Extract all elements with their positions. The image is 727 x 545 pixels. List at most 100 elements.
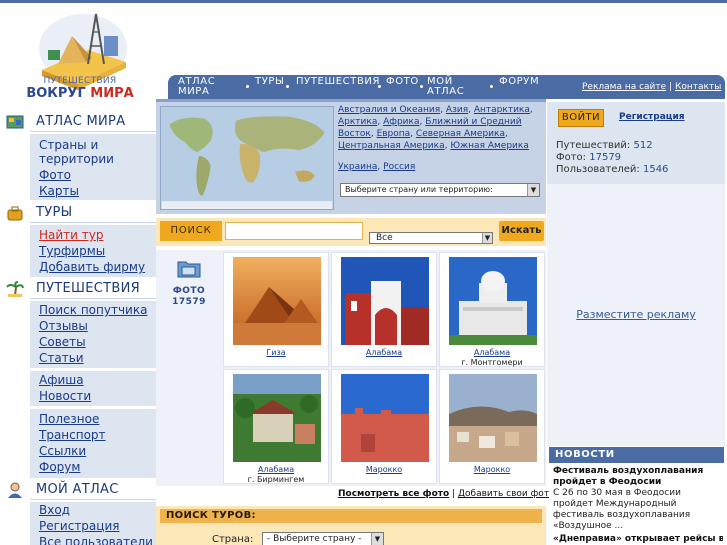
world-map[interactable] xyxy=(160,106,334,210)
sidebar-item-companion[interactable]: Поиск попутчика xyxy=(39,303,147,317)
photo-card[interactable]: Гиза xyxy=(223,252,329,367)
news-item-title[interactable]: Фестиваль воздухоплавания пройдет в Феод… xyxy=(553,466,723,488)
news-list: Фестиваль воздухоплавания пройдет в Феод… xyxy=(549,463,724,545)
photo-thumbnail[interactable] xyxy=(341,374,429,462)
nav-item-travel[interactable]: ПУТЕШЕСТВИЯ xyxy=(296,77,379,87)
sidebar-item-maps[interactable]: Карты xyxy=(39,184,79,198)
photo-card[interactable]: Алабама г. Бирмингем xyxy=(223,369,329,484)
view-all-photos-link[interactable]: Посмотреть все фото xyxy=(338,489,449,499)
country-select[interactable]: Выберите страну или территорию: ▼ xyxy=(340,183,540,197)
region-link-russia[interactable]: Россия xyxy=(383,162,415,172)
sidebar-section-my-atlas: МОЙ АТЛАС xyxy=(0,481,156,499)
photo-thumbnail[interactable] xyxy=(449,257,537,345)
region-link[interactable]: Южная Америка xyxy=(450,141,529,151)
photo-links: Посмотреть все фото | Добавить свои фото xyxy=(338,489,555,499)
sidebar-item-forum[interactable]: Форум xyxy=(39,460,80,474)
nav-item-photo[interactable]: ФОТО xyxy=(386,77,418,87)
sidebar-item-news[interactable]: Новости xyxy=(39,389,91,403)
tour-country-label: Страна: xyxy=(212,534,254,545)
contacts-link[interactable]: Контакты xyxy=(675,82,721,92)
news-header: НОВОСТИ xyxy=(549,447,724,463)
nav-util-links: Реклама на сайте | Контакты xyxy=(582,82,721,92)
sidebar-item-events[interactable]: Афиша xyxy=(39,373,84,387)
sidebar-item-transport[interactable]: Транспорт xyxy=(39,428,106,442)
photo-caption[interactable]: Марокко xyxy=(440,464,544,475)
news-item-text[interactable]: С 26 по 30 мая в Феодосии пройдет Междун… xyxy=(553,488,723,532)
sidebar-title-tours: ТУРЫ xyxy=(36,205,73,220)
photo-thumbnail[interactable] xyxy=(233,374,321,462)
region-link[interactable]: Антарктика xyxy=(474,105,530,115)
region-link[interactable]: Африка xyxy=(383,117,419,127)
sidebar-section-travel: ПУТЕШЕСТВИЯ xyxy=(0,280,156,298)
region-link[interactable]: Европа xyxy=(377,129,411,139)
photo-subcaption: г. Монтгомери xyxy=(461,358,523,367)
sidebar-box-travel: Поиск попутчика Отзывы Советы Статьи Афи… xyxy=(30,301,156,478)
nav-item-atlas[interactable]: АТЛАС МИРА xyxy=(178,77,238,97)
photo-count-label: ФОТО 17579 xyxy=(172,286,206,307)
stat-photos: Фото: 17579 xyxy=(556,152,622,163)
sidebar-item-agencies[interactable]: Турфирмы xyxy=(39,244,105,258)
sidebar-item-useful[interactable]: Полезное xyxy=(39,412,99,426)
photo-caption[interactable]: Марокко xyxy=(332,464,436,475)
user-panel: ВОЙТИ Регистрация Путешествий: 512 Фото:… xyxy=(547,102,725,184)
region-link[interactable]: Северная Америка xyxy=(416,129,505,139)
world-map-panel: Австралия и Океания, Азия, Антарктика, А… xyxy=(156,102,546,214)
news-item-title[interactable]: «Днеправиа» открывает рейсы в xyxy=(553,534,723,545)
photo-card[interactable]: Алабама xyxy=(331,252,437,367)
photo-card[interactable]: Алабама г. Монтгомери xyxy=(439,252,545,367)
photo-caption[interactable]: Алабама xyxy=(332,347,436,358)
photo-links-separator: | xyxy=(452,489,456,499)
region-link[interactable]: Арктика xyxy=(338,117,377,127)
photo-gallery: ФОТО 17579 Гиза Алабама Алабама г. Монтг… xyxy=(156,250,546,486)
search-button[interactable]: Искать xyxy=(499,221,544,241)
tour-country-select[interactable]: - Выберите страну - ▼ xyxy=(262,532,384,545)
region-link[interactable]: Центральная Америка xyxy=(338,141,445,151)
sidebar-item-register[interactable]: Регистрация xyxy=(39,519,119,533)
photo-caption[interactable]: Гиза xyxy=(224,347,328,358)
sidebar-item-countries[interactable]: Страны и территории xyxy=(39,138,139,166)
divider xyxy=(30,499,156,500)
search-label: ПОИСК xyxy=(160,221,222,241)
sidebar-item-tips[interactable]: Советы xyxy=(39,335,86,349)
sidebar-item-all-users[interactable]: Все пользователи xyxy=(39,535,153,545)
sidebar-item-reviews[interactable]: Отзывы xyxy=(39,319,88,333)
photo-card[interactable]: Марокко xyxy=(331,369,437,484)
stat-users: Пользователей: 1546 xyxy=(556,164,669,175)
photo-caption[interactable]: Алабама xyxy=(440,347,544,358)
sidebar-title-my-atlas: МОЙ АТЛАС xyxy=(36,482,119,497)
site-stats: Путешествий: 512 Фото: 17579 Пользовател… xyxy=(556,140,668,176)
sidebar-item-login[interactable]: Вход xyxy=(39,503,70,517)
nav-separator-dot xyxy=(490,85,493,88)
login-button[interactable]: ВОЙТИ xyxy=(558,109,604,127)
sidebar-item-links[interactable]: Ссылки xyxy=(39,444,86,458)
photo-folder-icon[interactable] xyxy=(177,258,201,278)
search-scope-select[interactable]: Все ▼ xyxy=(369,232,493,244)
region-link[interactable]: Австралия и Океания xyxy=(338,105,440,115)
nav-item-forum[interactable]: ФОРУМ xyxy=(499,77,545,87)
photo-thumbnail[interactable] xyxy=(341,257,429,345)
divider xyxy=(30,222,156,223)
sidebar-item-find-tour[interactable]: Найти тур xyxy=(39,228,104,242)
region-link-ukraine[interactable]: Украина xyxy=(338,162,377,172)
map-icon xyxy=(6,115,24,129)
ads-link[interactable]: Реклама на сайте xyxy=(582,82,666,92)
sidebar-item-articles[interactable]: Статьи xyxy=(39,351,84,365)
sidebar-item-add-agency[interactable]: Добавить фирму xyxy=(39,260,145,274)
nav-separator-dot xyxy=(246,85,249,88)
photo-count: ФОТО 17579 xyxy=(156,250,222,486)
chevron-down-icon: ▼ xyxy=(527,184,539,196)
photo-thumbnail[interactable] xyxy=(449,374,537,462)
region-link[interactable]: Азия xyxy=(446,105,468,115)
register-link[interactable]: Регистрация xyxy=(619,112,685,122)
nav-item-my-atlas[interactable]: МОЙ АТЛАС xyxy=(427,77,473,97)
photo-caption[interactable]: Алабама xyxy=(224,464,328,475)
ad-link[interactable]: Разместите рекламу xyxy=(547,308,725,321)
photo-thumbnail[interactable] xyxy=(233,257,321,345)
photo-card[interactable]: Марокко xyxy=(439,369,545,484)
add-photos-link[interactable]: Добавить свои фото xyxy=(458,489,555,499)
divider xyxy=(30,298,156,299)
search-input[interactable] xyxy=(225,222,363,240)
nav-item-tours[interactable]: ТУРЫ xyxy=(255,77,284,87)
sidebar-item-photo[interactable]: Фото xyxy=(39,168,71,182)
top-border xyxy=(0,0,727,3)
